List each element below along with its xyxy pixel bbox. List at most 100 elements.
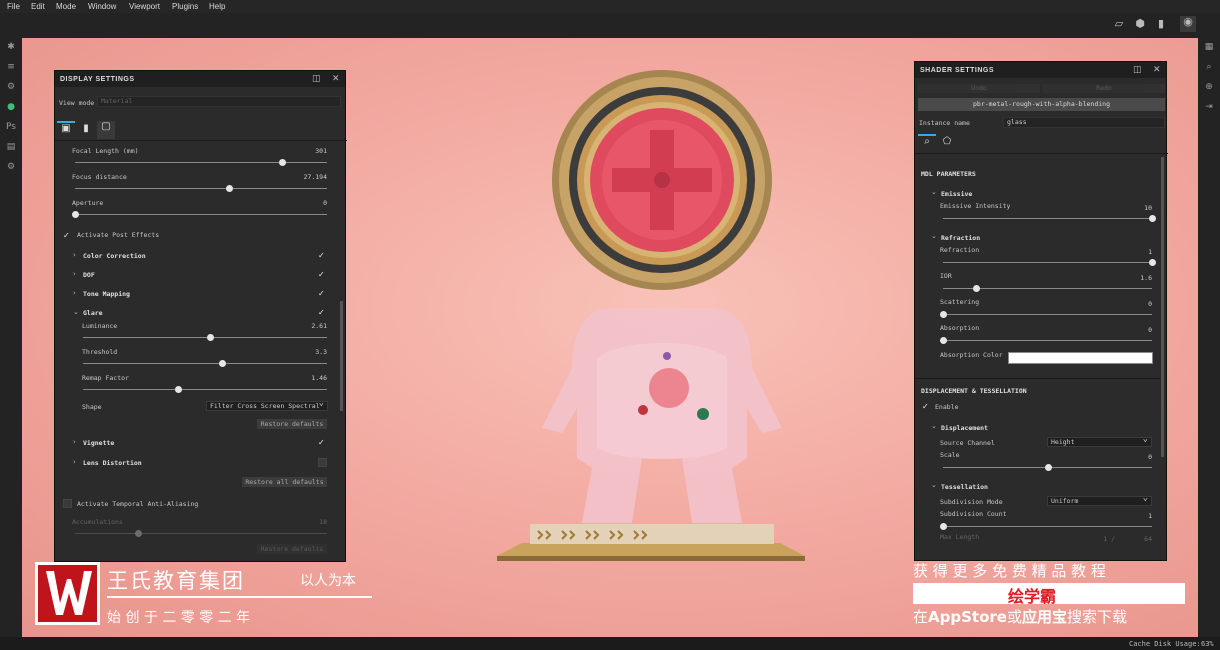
slider-knob[interactable] [973,285,981,292]
slider-knob[interactable] [278,159,286,166]
taa-checkbox[interactable] [63,499,72,508]
refraction-section[interactable]: Refraction [941,234,980,242]
accumulations-value[interactable]: 18 [285,518,327,526]
remap-factor-value[interactable]: 1.46 [285,374,327,382]
camera-video-icon[interactable]: ▮ [1155,18,1167,30]
color-correction-section[interactable]: Color Correction [83,252,146,260]
scrollbar[interactable] [1161,157,1164,457]
cog-icon[interactable]: ⚙ [5,161,17,173]
frame-icon[interactable]: ▱ [1113,18,1125,30]
vignette-checkbox[interactable]: ✓ [318,438,327,447]
close-icon[interactable]: ✕ [332,74,340,84]
scale-value[interactable]: 0 [1110,453,1152,461]
slider-knob[interactable] [1149,259,1156,266]
luminance-slider[interactable] [83,334,327,341]
focal-length-slider[interactable] [75,159,327,166]
luminance-value[interactable]: 2.61 [285,322,327,330]
slider-knob[interactable] [175,386,183,393]
layers-icon[interactable]: ≡ [5,61,17,73]
slider-knob[interactable] [1044,464,1052,471]
remap-factor-slider[interactable] [83,386,327,393]
absorption-color-swatch[interactable] [1008,352,1153,364]
menu-edit[interactable]: Edit [31,2,45,11]
menu-mode[interactable]: Mode [56,2,76,11]
dock-icon[interactable]: ◫ [1133,65,1142,75]
slider-knob[interactable] [225,185,233,192]
tessellation-section[interactable]: Tessellation [941,483,988,491]
displacement-section[interactable]: Displacement [941,424,988,432]
camera-tab-icon[interactable]: ▮ [77,123,95,139]
menu-plugins[interactable]: Plugins [172,2,198,11]
gear-icon[interactable]: ✱ [5,41,17,53]
chevron-down-icon[interactable]: ⌄ [931,481,937,489]
subdivision-count-value[interactable]: 1 [1110,512,1152,520]
search-tab-icon[interactable]: ⌕ [918,134,936,152]
max-length-value[interactable]: 64 [1120,535,1152,543]
scattering-value[interactable]: 0 [1110,300,1152,308]
glare-section[interactable]: Glare [83,309,103,317]
tone-mapping-checkbox[interactable]: ✓ [318,289,327,298]
dof-checkbox[interactable]: ✓ [318,270,327,279]
post-effects-checkbox[interactable]: ✓ [63,231,72,240]
slider-knob[interactable] [135,530,142,537]
glare-checkbox[interactable]: ✓ [318,308,327,317]
slider-knob[interactable] [940,523,947,530]
restore-defaults-button-2[interactable]: Restore defaults [257,544,327,554]
lens-distortion-section[interactable]: Lens Distortion [83,459,142,467]
zoom-icon[interactable]: ⌕ [1203,61,1215,73]
chevron-right-icon[interactable]: › [73,270,76,278]
view-mode-field[interactable]: Material [97,96,341,107]
export-icon[interactable]: ⇥ [1203,101,1215,113]
source-channel-select[interactable]: Height [1047,435,1152,447]
tone-mapping-section[interactable]: Tone Mapping [83,290,130,298]
frame-tab-icon[interactable]: ▢ [97,121,115,139]
instance-name-field[interactable]: glass [1003,117,1165,128]
shader-select-button[interactable]: pbr-metal-rough-with-alpha-blending [918,98,1165,111]
subdivision-mode-select[interactable]: Uniform [1047,494,1152,506]
menu-file[interactable]: File [7,2,20,11]
redo-button[interactable]: Redo [1043,84,1165,93]
zoom-fit-icon[interactable]: ⊕ [1203,81,1215,93]
scale-slider[interactable] [943,464,1152,471]
sphere-icon[interactable]: ● [5,101,17,113]
document-icon[interactable]: ▤ [5,141,17,153]
slider-knob[interactable] [940,337,947,344]
menu-viewport[interactable]: Viewport [129,2,160,11]
restore-defaults-button[interactable]: Restore defaults [257,419,327,429]
vignette-section[interactable]: Vignette [83,439,114,447]
color-correction-checkbox[interactable]: ✓ [318,251,327,260]
dof-section[interactable]: DOF [83,271,95,279]
chevron-down-icon[interactable]: ⌄ [931,422,937,430]
chevron-right-icon[interactable]: › [73,438,76,446]
shape-select[interactable]: Filter Cross Screen Spectral [206,399,328,411]
chevron-right-icon[interactable]: › [73,458,76,466]
restore-all-defaults-button[interactable]: Restore all defaults [242,477,327,487]
undo-button[interactable]: Undo [918,84,1040,93]
slider-knob[interactable] [940,311,947,318]
absorption-value[interactable]: 0 [1110,326,1152,334]
ior-slider[interactable] [943,285,1152,292]
chevron-down-icon[interactable]: ⌄ [931,232,937,240]
threshold-value[interactable]: 3.3 [285,348,327,356]
subdivision-count-slider[interactable] [940,523,1152,530]
chevron-down-icon[interactable]: ⌄ [931,188,937,196]
dock-icon[interactable]: ◫ [312,74,321,84]
enable-checkbox[interactable]: ✓ [922,402,931,411]
scattering-slider[interactable] [940,311,1152,318]
chevron-right-icon[interactable]: › [73,251,76,259]
slider-knob[interactable] [72,211,79,218]
image-tab-icon[interactable]: ▣ [57,121,75,139]
chevron-right-icon[interactable]: › [73,289,76,297]
shader-tab-icon[interactable]: ⬠ [938,136,956,152]
menu-window[interactable]: Window [88,2,116,11]
slider-knob[interactable] [219,360,227,367]
emissive-section[interactable]: Emissive [941,190,972,198]
emissive-intensity-value[interactable]: 10 [1110,204,1152,212]
cube-icon[interactable]: ⬢ [1134,18,1146,30]
threshold-slider[interactable] [83,360,327,367]
absorption-slider[interactable] [940,337,1152,344]
aperture-value[interactable]: 0 [285,199,327,207]
chevron-down-icon[interactable]: ⌄ [73,308,79,316]
slider-knob[interactable] [1149,215,1156,222]
grid-icon[interactable]: ▦ [1203,41,1215,53]
